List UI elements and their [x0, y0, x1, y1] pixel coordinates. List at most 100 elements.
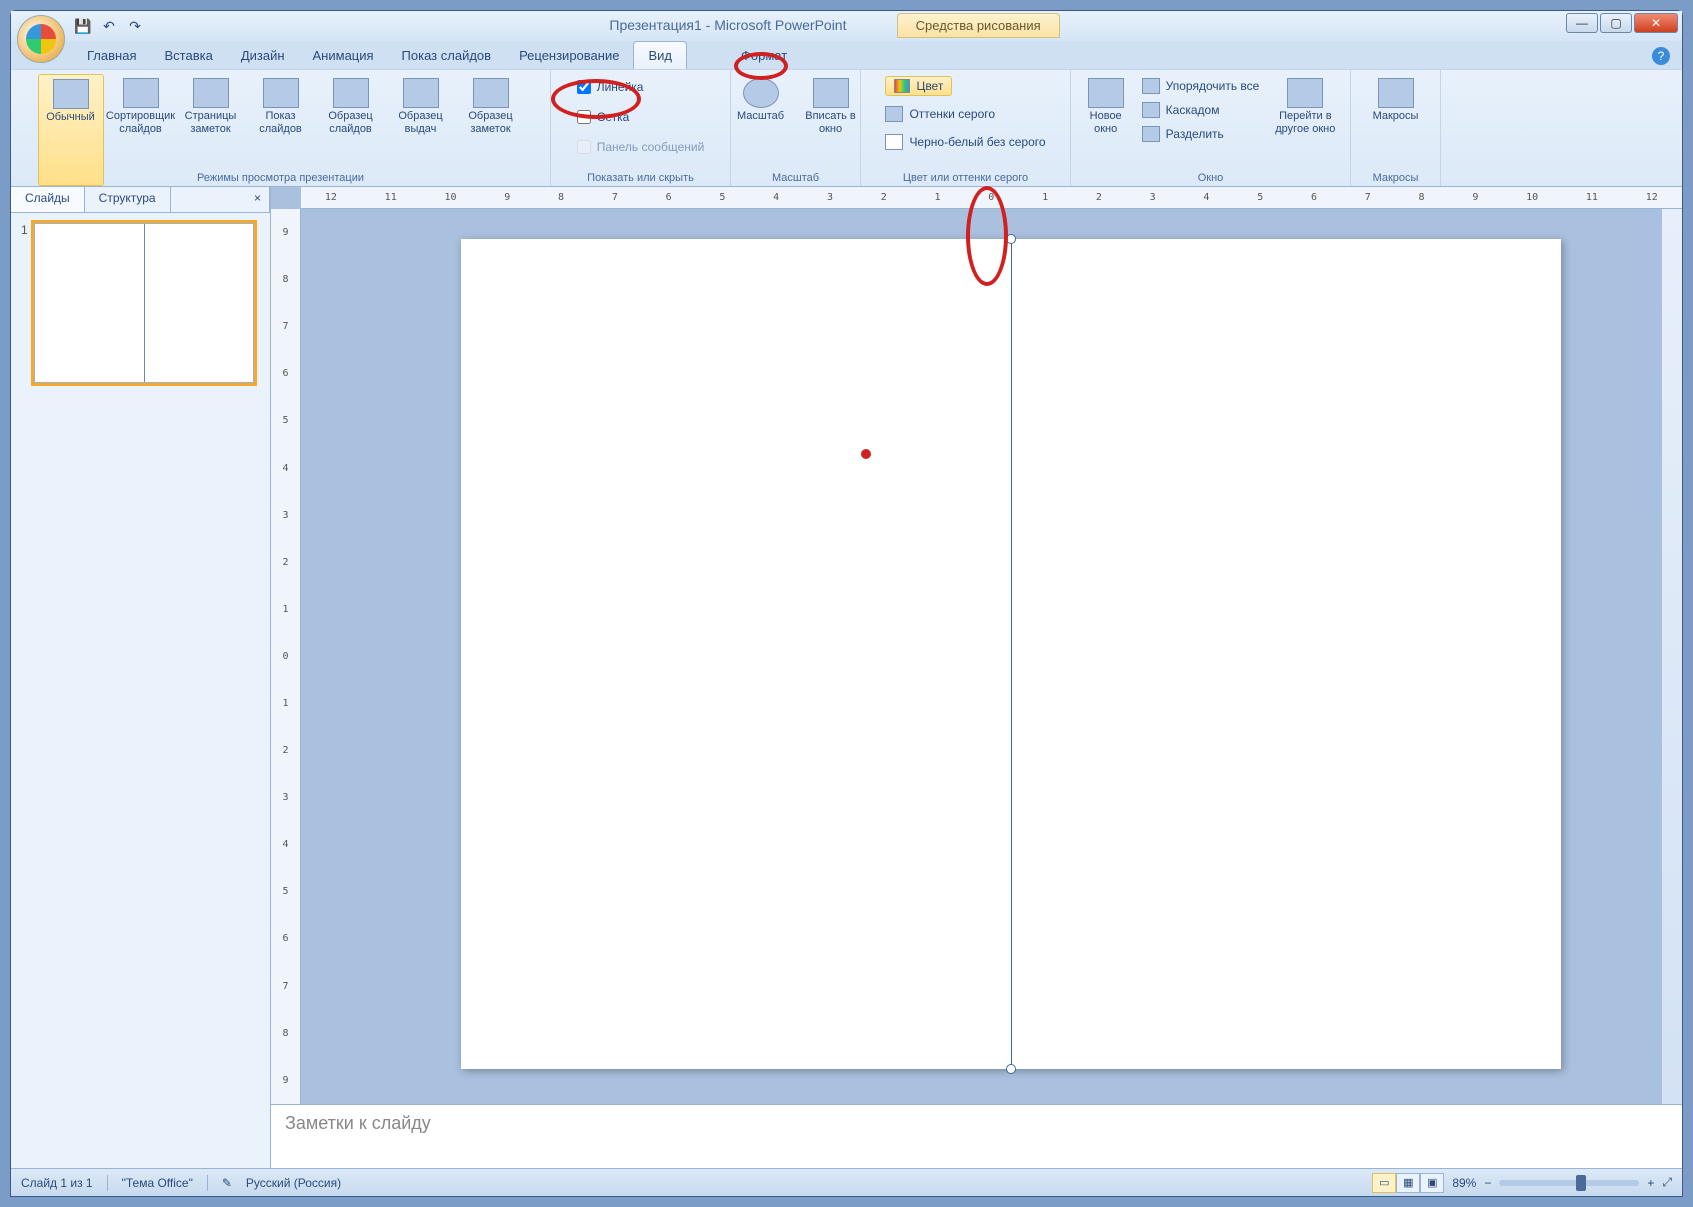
view-notes-button[interactable]: Страницы заметок [178, 74, 244, 186]
grid-checkbox[interactable]: Сетка [573, 104, 634, 130]
tab-slideshow[interactable]: Показ слайдов [388, 42, 506, 69]
slideshow-icon [263, 78, 299, 108]
fit-icon [813, 78, 849, 108]
group-label-showhide: Показать или скрыть [551, 172, 730, 184]
zoom-icon [743, 78, 779, 108]
group-label-colorgray: Цвет или оттенки серого [861, 172, 1070, 184]
zoom-value[interactable]: 89% [1452, 1176, 1476, 1190]
grayscale-button[interactable]: Оттенки серого [881, 102, 999, 126]
vertical-guide-line[interactable] [1011, 235, 1012, 1073]
view-sorter-shortcut[interactable]: ▦ [1396, 1173, 1420, 1193]
spellcheck-icon[interactable]: ✎ [222, 1176, 232, 1190]
tab-format[interactable]: Формат [727, 42, 801, 69]
status-theme: "Тема Office" [122, 1176, 193, 1190]
grayscale-icon [885, 106, 903, 122]
color-button[interactable]: Цвет [885, 76, 952, 96]
zoom-slider[interactable] [1499, 1180, 1639, 1186]
status-bar: Слайд 1 из 1 "Тема Office" ✎ Русский (Ро… [11, 1168, 1682, 1196]
canvas-area[interactable] [301, 209, 1682, 1104]
window-controls: — ▢ ✕ [1564, 13, 1678, 33]
tab-view[interactable]: Вид [633, 41, 687, 69]
window-title: Презентация1 - Microsoft PowerPoint [609, 17, 846, 33]
fit-to-window-button[interactable]: ⤢ [1662, 1175, 1672, 1190]
horizontal-ruler[interactable]: 1211109876543210123456789101112 [301, 187, 1682, 209]
split-button[interactable]: Разделить [1138, 122, 1264, 146]
group-presentation-views: Обычный Сортировщик слайдов Страницы зам… [11, 70, 551, 186]
side-tab-outline[interactable]: Структура [85, 187, 171, 212]
switch-window-icon [1287, 78, 1323, 108]
group-zoom: Масштаб Вписать в окно Масштаб [731, 70, 861, 186]
save-icon[interactable]: 💾 [73, 16, 93, 36]
slides-pane: Слайды Структура × 1 [11, 187, 271, 1168]
redo-icon[interactable]: ↷ [125, 16, 145, 36]
notes-pane[interactable]: Заметки к слайду [271, 1104, 1682, 1168]
macros-button[interactable]: Макросы [1363, 74, 1429, 186]
zoom-button[interactable]: Масштаб [728, 74, 794, 186]
bw-icon [885, 134, 903, 150]
thumb-preview[interactable] [34, 223, 254, 383]
thumb-guide-line [144, 224, 145, 382]
side-close-button[interactable]: × [246, 187, 270, 212]
view-notes-master-button[interactable]: Образец заметок [458, 74, 524, 186]
view-slideshow-shortcut[interactable]: ▣ [1420, 1173, 1444, 1193]
grid-check-icon[interactable] [577, 110, 591, 124]
fit-window-button[interactable]: Вписать в окно [798, 74, 864, 186]
view-slideshow-button[interactable]: Показ слайдов [248, 74, 314, 186]
group-macros: Макросы Макросы [1351, 70, 1441, 186]
view-sorter-button[interactable]: Сортировщик слайдов [108, 74, 174, 186]
tab-design[interactable]: Дизайн [227, 42, 299, 69]
zoom-in-button[interactable]: + [1647, 1176, 1654, 1190]
undo-icon[interactable]: ↶ [99, 16, 119, 36]
minimize-button[interactable]: — [1566, 13, 1598, 33]
maximize-button[interactable]: ▢ [1600, 13, 1632, 33]
office-button[interactable] [17, 15, 65, 63]
msgbar-check-icon [577, 140, 591, 154]
group-color-grayscale: Цвет Оттенки серого Черно-белый без серо… [861, 70, 1071, 186]
editor: 1211109876543210123456789101112 98765432… [271, 187, 1682, 1168]
view-slide-master-button[interactable]: Образец слайдов [318, 74, 384, 186]
cascade-icon [1142, 102, 1160, 118]
msgbar-checkbox[interactable]: Панель сообщений [573, 134, 709, 160]
contextual-tab-drawing[interactable]: Средства рисования [897, 13, 1060, 38]
titlebar: 💾 ↶ ↷ Презентация1 - Microsoft PowerPoin… [11, 11, 1682, 41]
guide-handle-bottom[interactable] [1006, 1064, 1016, 1074]
zoom-slider-thumb[interactable] [1576, 1175, 1586, 1191]
view-shortcut-buttons: ▭ ▦ ▣ [1372, 1173, 1444, 1193]
vertical-ruler[interactable]: 9876543210123456789 [271, 209, 301, 1104]
guide-handle-top[interactable] [1006, 234, 1016, 244]
tab-home[interactable]: Главная [73, 42, 150, 69]
switch-window-button[interactable]: Перейти в другое окно [1267, 74, 1343, 186]
zoom-out-button[interactable]: − [1484, 1176, 1491, 1190]
ruler-check-icon[interactable] [577, 80, 591, 94]
editor-body: 9876543210123456789 [271, 209, 1682, 1104]
bw-button[interactable]: Черно-белый без серого [881, 130, 1049, 154]
arrange-all-button[interactable]: Упорядочить все [1138, 74, 1264, 98]
cascade-button[interactable]: Каскадом [1138, 98, 1264, 122]
slide-thumbnail[interactable]: 1 [21, 223, 260, 383]
view-normal-button[interactable]: Обычный [38, 74, 104, 186]
view-normal-shortcut[interactable]: ▭ [1372, 1173, 1396, 1193]
group-window: Новое окно Упорядочить все Каскадом Разд… [1071, 70, 1351, 186]
notespage-icon [193, 78, 229, 108]
ribbon: Обычный Сортировщик слайдов Страницы зам… [11, 69, 1682, 187]
ruler-checkbox[interactable]: Линейка [573, 74, 648, 100]
help-icon[interactable]: ? [1652, 47, 1670, 65]
vertical-scrollbar[interactable] [1662, 209, 1682, 1104]
thumbnail-list[interactable]: 1 [11, 213, 270, 1168]
tab-insert[interactable]: Вставка [150, 42, 226, 69]
quick-access-toolbar: 💾 ↶ ↷ [73, 16, 145, 36]
tab-review[interactable]: Рецензирование [505, 42, 633, 69]
split-icon [1142, 126, 1160, 142]
status-language[interactable]: Русский (Россия) [246, 1176, 341, 1190]
slide-canvas[interactable] [461, 239, 1561, 1069]
color-swatch-icon [894, 79, 910, 93]
new-window-button[interactable]: Новое окно [1078, 74, 1134, 186]
group-show-hide: Линейка Сетка Панель сообщений Показать … [551, 70, 731, 186]
view-handout-master-button[interactable]: Образец выдач [388, 74, 454, 186]
tab-animation[interactable]: Анимация [299, 42, 388, 69]
side-tab-slides[interactable]: Слайды [11, 187, 85, 212]
group-label-views: Режимы просмотра презентации [11, 172, 550, 184]
normal-icon [53, 79, 89, 109]
workarea: Слайды Структура × 1 1211109876543210123… [11, 187, 1682, 1168]
close-button[interactable]: ✕ [1634, 13, 1678, 33]
